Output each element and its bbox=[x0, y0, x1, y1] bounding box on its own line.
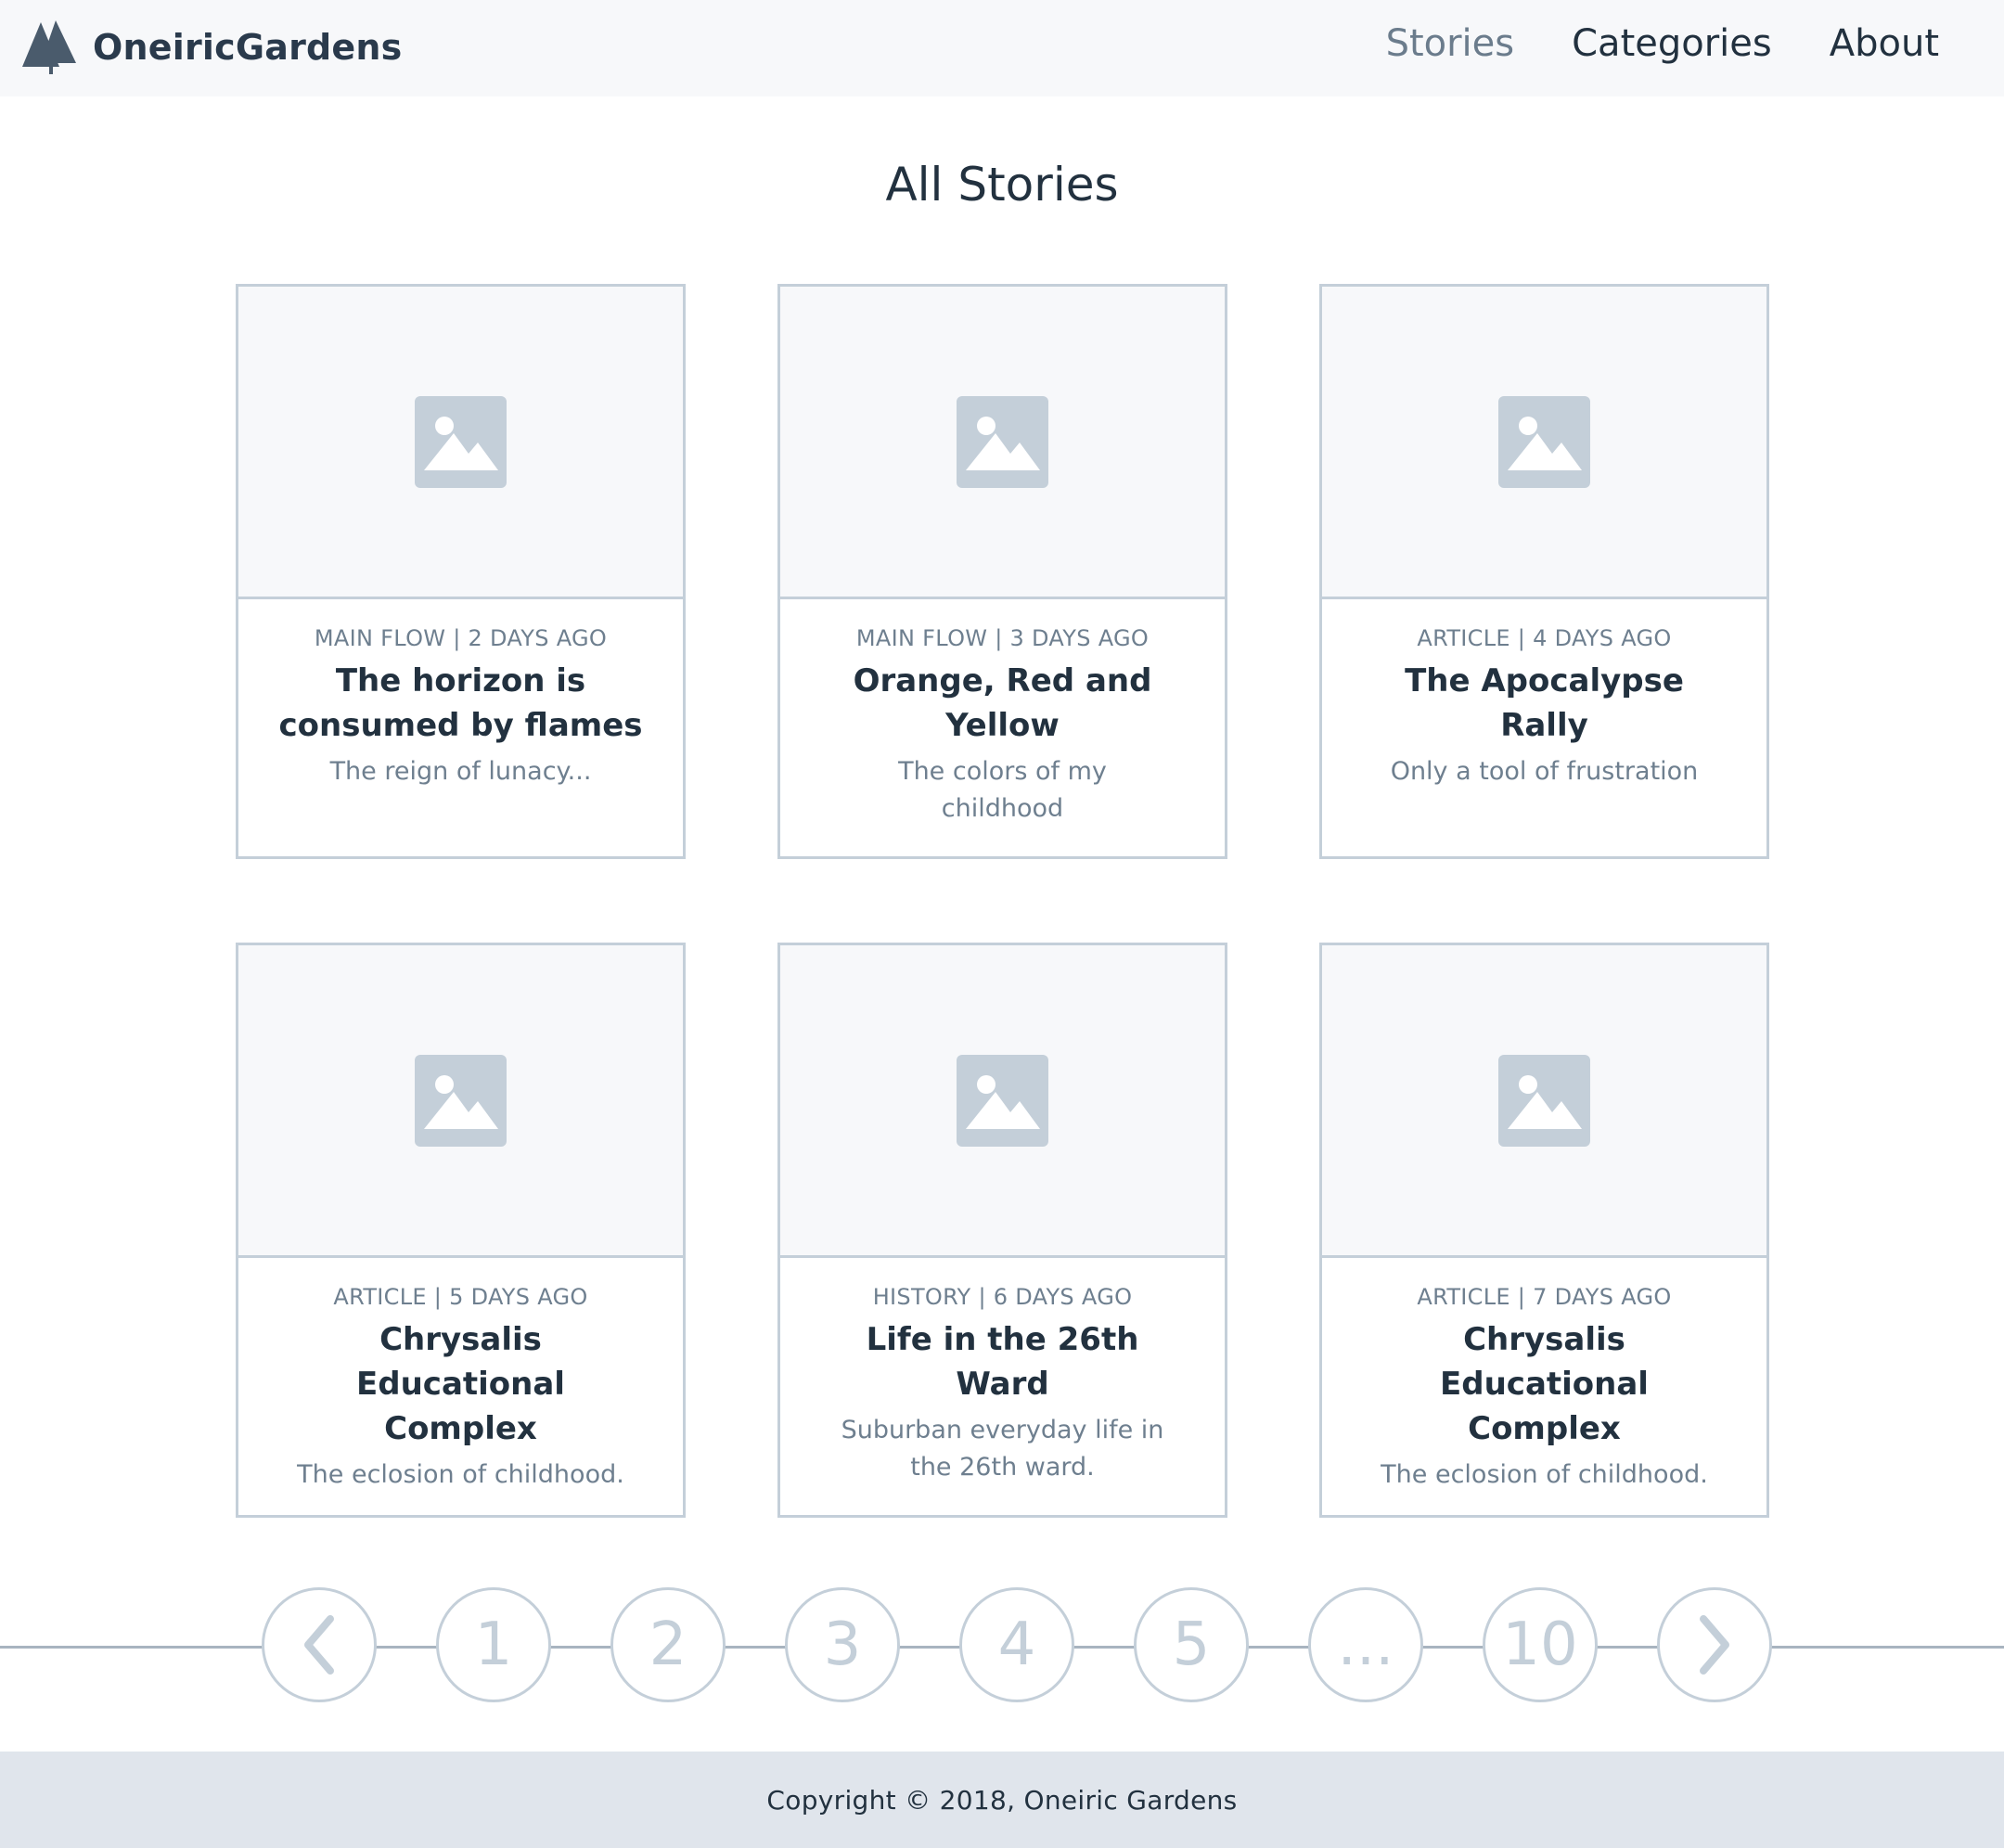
brand-name: OneiricGardens bbox=[93, 27, 403, 68]
card-meta: HISTORY | 6 DAYS AGO bbox=[872, 1284, 1133, 1310]
site-header: OneiricGardens Stories Categories About bbox=[0, 0, 2004, 96]
site-footer: Copyright © 2018, Oneiric Gardens bbox=[0, 1752, 2004, 1848]
card-image bbox=[780, 287, 1225, 599]
story-card[interactable]: ARTICLE | 4 DAYS AGO The Apocalypse Rall… bbox=[1319, 284, 1769, 859]
main-nav: Stories Categories About bbox=[1386, 22, 1939, 65]
card-image bbox=[238, 287, 683, 599]
card-meta: ARTICLE | 5 DAYS AGO bbox=[333, 1284, 588, 1310]
card-title: Life in the 26th Ward bbox=[866, 1321, 1139, 1403]
card-subtitle: The reign of lunacy... bbox=[329, 757, 592, 786]
nav-item-categories[interactable]: Categories bbox=[1572, 22, 1772, 65]
story-card[interactable]: ARTICLE | 5 DAYS AGO Chrysalis Education… bbox=[236, 943, 686, 1518]
card-body: HISTORY | 6 DAYS AGO Life in the 26th Wa… bbox=[780, 1258, 1225, 1486]
card-image bbox=[780, 945, 1225, 1258]
card-title: Chrysalis Educational Complex bbox=[1440, 1321, 1649, 1447]
chevron-left-icon bbox=[301, 1615, 338, 1675]
card-image bbox=[1322, 945, 1766, 1258]
page-button-10[interactable]: 10 bbox=[1483, 1587, 1598, 1702]
card-title: The horizon is consumed by flames bbox=[278, 662, 643, 744]
card-title: Chrysalis Educational Complex bbox=[356, 1321, 565, 1447]
card-body: ARTICLE | 5 DAYS AGO Chrysalis Education… bbox=[238, 1258, 683, 1494]
brand-logo[interactable]: OneiricGardens bbox=[22, 19, 402, 76]
card-body: ARTICLE | 7 DAYS AGO Chrysalis Education… bbox=[1322, 1258, 1766, 1494]
tree-icon bbox=[22, 19, 80, 76]
page-button-3[interactable]: 3 bbox=[785, 1587, 900, 1702]
card-meta: MAIN FLOW | 3 DAYS AGO bbox=[855, 625, 1150, 651]
page-button-5[interactable]: 5 bbox=[1134, 1587, 1249, 1702]
story-card[interactable]: MAIN FLOW | 2 DAYS AGO The horizon is co… bbox=[236, 284, 686, 859]
nav-item-about[interactable]: About bbox=[1830, 22, 1939, 65]
prev-page-button[interactable] bbox=[262, 1587, 377, 1702]
card-subtitle: The eclosion of childhood. bbox=[1381, 1460, 1708, 1489]
card-body: MAIN FLOW | 3 DAYS AGO Orange, Red and Y… bbox=[780, 599, 1225, 828]
card-subtitle: The eclosion of childhood. bbox=[297, 1460, 624, 1489]
page-button-2[interactable]: 2 bbox=[610, 1587, 726, 1702]
image-placeholder-icon bbox=[415, 396, 507, 492]
card-body: MAIN FLOW | 2 DAYS AGO The horizon is co… bbox=[238, 599, 683, 790]
card-title: The Apocalypse Rally bbox=[1405, 662, 1684, 744]
card-body: ARTICLE | 4 DAYS AGO The Apocalypse Rall… bbox=[1322, 599, 1766, 790]
page-title: All Stories bbox=[885, 158, 1119, 212]
copyright-text: Copyright © 2018, Oneiric Gardens bbox=[766, 1784, 1238, 1816]
page-ellipsis-button[interactable]: ... bbox=[1308, 1587, 1423, 1702]
card-subtitle: Only a tool of frustration bbox=[1390, 757, 1699, 786]
card-subtitle: The colors of my childhood bbox=[898, 757, 1107, 823]
image-placeholder-icon bbox=[1498, 1055, 1590, 1150]
card-image bbox=[238, 945, 683, 1258]
next-page-button[interactable] bbox=[1657, 1587, 1772, 1702]
card-title: Orange, Red and Yellow bbox=[853, 662, 1152, 744]
card-meta: ARTICLE | 4 DAYS AGO bbox=[1417, 625, 1672, 651]
card-subtitle: Suburban everyday life in the 26th ward. bbox=[841, 1416, 1164, 1482]
story-card[interactable]: ARTICLE | 7 DAYS AGO Chrysalis Education… bbox=[1319, 943, 1769, 1518]
image-placeholder-icon bbox=[957, 1055, 1048, 1150]
page-button-4[interactable]: 4 bbox=[959, 1587, 1074, 1702]
image-placeholder-icon bbox=[1498, 396, 1590, 492]
card-image bbox=[1322, 287, 1766, 599]
nav-item-stories[interactable]: Stories bbox=[1386, 22, 1515, 65]
image-placeholder-icon bbox=[957, 396, 1048, 492]
chevron-right-icon bbox=[1696, 1615, 1733, 1675]
story-card[interactable]: MAIN FLOW | 3 DAYS AGO Orange, Red and Y… bbox=[777, 284, 1227, 859]
card-meta: MAIN FLOW | 2 DAYS AGO bbox=[314, 625, 608, 651]
image-placeholder-icon bbox=[415, 1055, 507, 1150]
card-meta: ARTICLE | 7 DAYS AGO bbox=[1417, 1284, 1672, 1310]
page-button-1[interactable]: 1 bbox=[436, 1587, 551, 1702]
story-card[interactable]: HISTORY | 6 DAYS AGO Life in the 26th Wa… bbox=[777, 943, 1227, 1518]
